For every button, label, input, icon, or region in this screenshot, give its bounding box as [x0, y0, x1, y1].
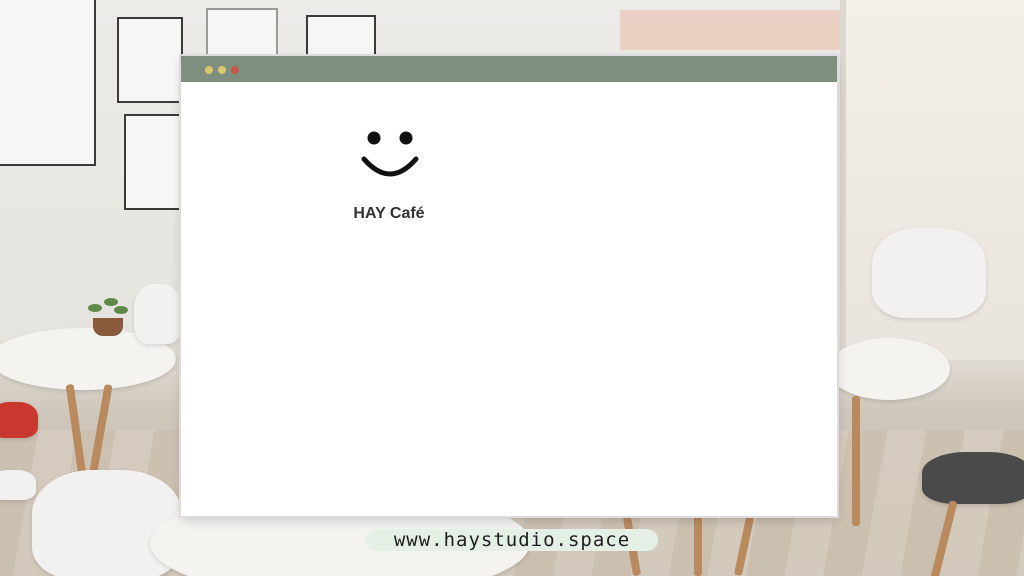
white-chair-right [872, 228, 986, 318]
chair-leg [694, 516, 702, 576]
website-url-text: www.haystudio.space [393, 529, 631, 551]
white-chair [0, 470, 36, 500]
poster-eyes [0, 0, 96, 166]
plant-leaf [104, 298, 118, 306]
smiley-face-icon[interactable] [360, 127, 420, 187]
zoom-dot-icon[interactable] [218, 66, 226, 74]
window-titlebar [181, 56, 837, 82]
potted-plant [93, 318, 123, 336]
red-chair [0, 402, 38, 438]
dark-chair [922, 452, 1024, 504]
plant-leaf [88, 304, 102, 312]
window-content: HAY Café [181, 82, 837, 516]
poster-lightbulb [124, 114, 184, 210]
right-table [828, 338, 950, 400]
poster-question-marks [117, 17, 183, 103]
minimize-dot-icon[interactable] [205, 66, 213, 74]
poster-top [206, 8, 278, 62]
close-dot-icon[interactable] [231, 66, 239, 74]
table-leg [852, 396, 860, 526]
app-name-label[interactable]: HAY Café [331, 205, 447, 223]
website-url-badge: www.haystudio.space [366, 529, 658, 551]
poster-small [306, 15, 376, 61]
plant-leaf [114, 306, 128, 314]
app-window: HAY Café [181, 56, 837, 516]
white-chair-back [134, 284, 182, 344]
